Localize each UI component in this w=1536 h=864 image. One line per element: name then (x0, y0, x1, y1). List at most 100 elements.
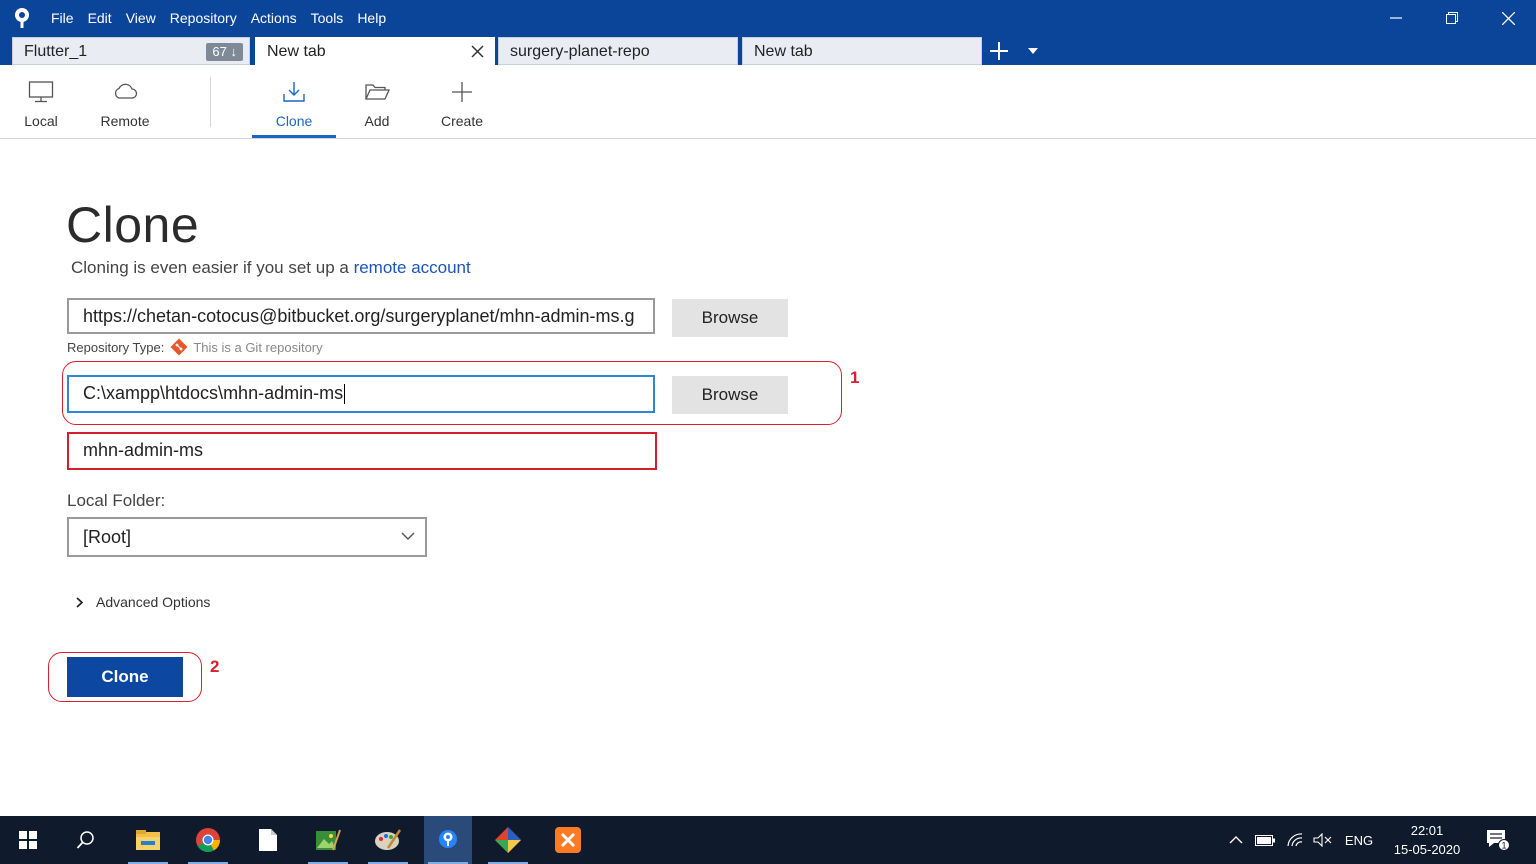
taskbar-git-app[interactable] (484, 816, 532, 864)
tab-label: surgery-planet-repo (510, 43, 650, 60)
notification-count: 1 (1501, 841, 1506, 851)
notification-icon: 1 (1487, 830, 1510, 851)
toolbar-remote-label: Remote (100, 113, 150, 129)
cloud-icon (114, 83, 138, 99)
menu-bar: File Edit View Repository Actions Tools … (44, 0, 393, 36)
tab-label: Flutter_1 (24, 43, 88, 60)
action-center-button[interactable]: 1 (1478, 816, 1518, 864)
annotation-label-2: 2 (210, 657, 220, 676)
volume-muted-icon (1313, 833, 1332, 847)
toolbar-create-button[interactable]: Create (432, 65, 492, 138)
search-icon (76, 831, 94, 849)
annotation-label-1: 1 (850, 368, 860, 387)
tab-label: New tab (267, 43, 326, 60)
taskbar-clock[interactable]: 22:01 15-05-2020 (1384, 821, 1470, 859)
title-bar: File Edit View Repository Actions Tools … (0, 0, 1536, 36)
menu-repository[interactable]: Repository (163, 10, 244, 26)
taskbar-photo-app[interactable] (304, 816, 352, 864)
toolbar-create-label: Create (440, 113, 484, 129)
show-hidden-icons-button[interactable] (1224, 816, 1248, 864)
chrome-icon (196, 828, 220, 853)
battery-icon (1255, 834, 1275, 846)
tab-label: New tab (754, 43, 813, 60)
toolbar-local-button[interactable]: Local (12, 65, 70, 138)
wifi-button[interactable] (1282, 816, 1308, 864)
file-explorer-icon (136, 830, 160, 850)
repository-type: Repository Type: This is a Git repositor… (67, 338, 323, 356)
windows-logo-icon (19, 831, 37, 849)
input-language-indicator[interactable]: ENG (1340, 816, 1378, 864)
toolbar-remote-button[interactable]: Remote (90, 65, 160, 138)
minimize-icon (1390, 17, 1402, 19)
sourcetree-logo-icon (15, 8, 29, 28)
close-icon (1501, 11, 1515, 25)
page-title: Clone (66, 197, 200, 253)
toolbar-local-label: Local (24, 113, 58, 129)
git-kraken-icon (495, 827, 521, 853)
browse-source-button[interactable]: Browse (672, 299, 788, 337)
pull-count-badge: 67 ↓ (206, 43, 243, 61)
menu-file[interactable]: File (44, 10, 81, 26)
windows-taskbar: ENG 22:01 15-05-2020 1 (0, 816, 1536, 864)
remote-account-hint: Cloning is even easier if you set up a r… (71, 258, 471, 278)
toolbar-add-label: Add (364, 113, 390, 129)
tab-strip: Flutter_1 67 ↓ New tab surgery-planet-re… (0, 36, 1536, 65)
restore-button[interactable] (1424, 0, 1480, 36)
volume-button[interactable] (1310, 816, 1336, 864)
menu-actions[interactable]: Actions (244, 10, 304, 26)
taskbar-xampp[interactable] (544, 816, 592, 864)
repository-type-label: Repository Type: (67, 339, 165, 355)
chevron-up-icon (1229, 836, 1243, 844)
taskbar-file-explorer[interactable] (124, 816, 172, 864)
document-icon (259, 829, 277, 851)
photo-icon (316, 829, 341, 851)
close-window-button[interactable] (1480, 0, 1536, 36)
local-folder-label: Local Folder: (67, 491, 166, 510)
taskbar-sourcetree[interactable] (424, 816, 472, 864)
local-folder-select[interactable]: [Root] (67, 517, 427, 557)
hint-text: Cloning is even easier if you set up a (71, 258, 349, 277)
close-tab-icon[interactable] (470, 44, 485, 59)
menu-help[interactable]: Help (350, 10, 393, 26)
battery-button[interactable] (1252, 816, 1278, 864)
restore-icon (1446, 12, 1458, 24)
search-button[interactable] (62, 816, 110, 864)
xampp-icon (555, 827, 581, 853)
taskbar-paint[interactable] (364, 816, 412, 864)
clock-time: 22:01 (1410, 823, 1444, 838)
annotation-box-1 (62, 361, 842, 425)
tab-new-tab-active[interactable]: New tab (255, 37, 495, 65)
plus-icon[interactable] (988, 40, 1010, 62)
monitor-icon (28, 81, 54, 103)
minimize-button[interactable] (1368, 0, 1424, 36)
chevron-right-icon (76, 596, 83, 608)
chevron-down-icon (401, 532, 415, 540)
menu-edit[interactable]: Edit (81, 10, 119, 26)
annotation-box-2 (48, 652, 202, 702)
toolbar-clone-label: Clone (275, 113, 313, 129)
wifi-icon (1287, 833, 1303, 847)
toolbar-add-button[interactable]: Add (350, 65, 404, 138)
sourcetree-window: File Edit View Repository Actions Tools … (0, 0, 1536, 864)
source-url-input[interactable]: https://chetan-cotocus@bitbucket.org/sur… (67, 298, 655, 334)
start-button[interactable] (4, 816, 52, 864)
menu-view[interactable]: View (119, 10, 163, 26)
tab-new-tab[interactable]: New tab (742, 37, 982, 65)
remote-account-link[interactable]: remote account (354, 258, 471, 277)
repository-type-value: This is a Git repository (193, 339, 323, 355)
toolbar: Local Remote Clone Add Create (0, 65, 1536, 139)
plus-icon (452, 82, 472, 102)
toolbar-separator (210, 77, 211, 127)
tab-flutter-1[interactable]: Flutter_1 67 ↓ (12, 37, 250, 65)
taskbar-document[interactable] (244, 816, 292, 864)
toolbar-clone-button[interactable]: Clone (252, 65, 336, 138)
advanced-options-toggle[interactable]: Advanced Options (76, 594, 210, 610)
sourcetree-icon (439, 830, 457, 848)
caret-down-icon[interactable] (1028, 48, 1038, 54)
local-folder-value: [Root] (83, 527, 132, 547)
tab-surgery-planet-repo[interactable]: surgery-planet-repo (498, 37, 738, 65)
repository-name-input[interactable]: mhn-admin-ms (67, 432, 657, 470)
active-tab-indicator (252, 135, 336, 138)
taskbar-chrome[interactable] (184, 816, 232, 864)
menu-tools[interactable]: Tools (304, 10, 351, 26)
